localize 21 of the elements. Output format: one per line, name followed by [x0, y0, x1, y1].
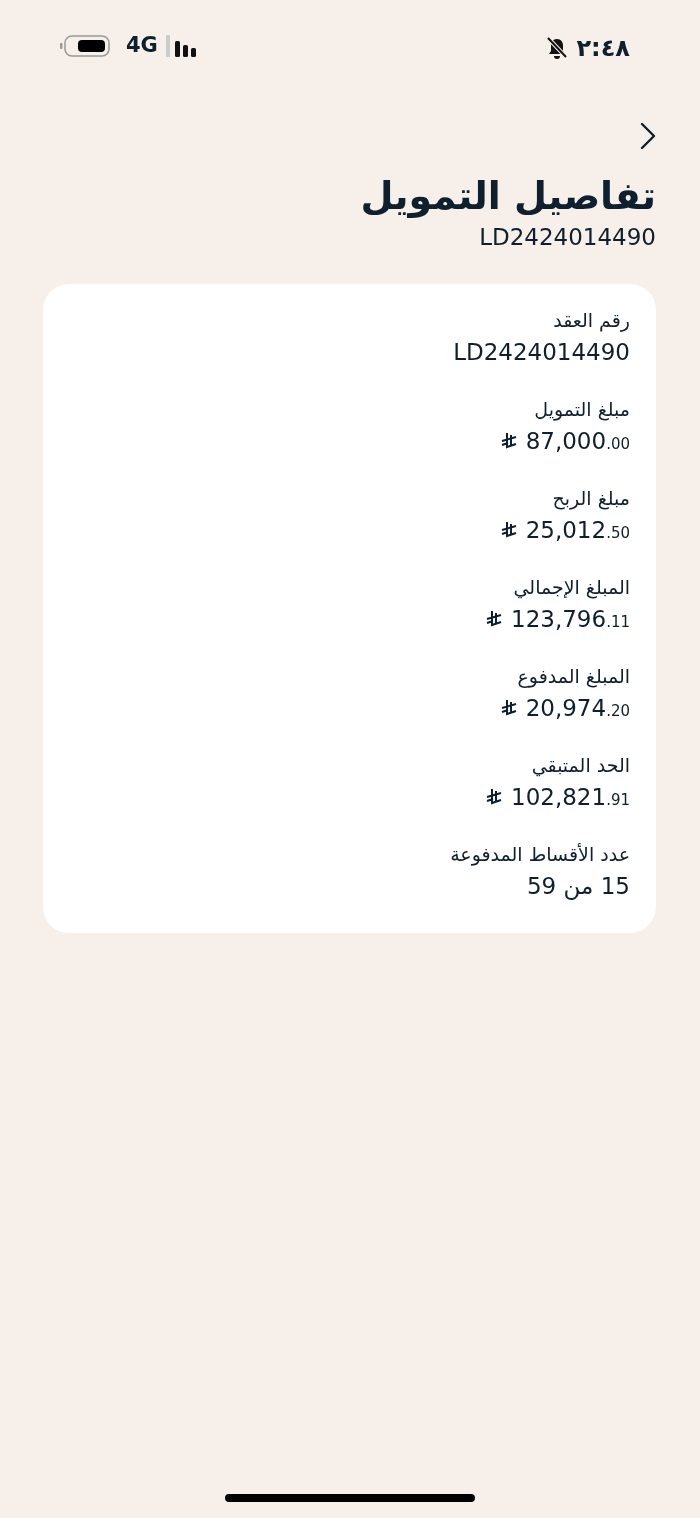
field-label: الحد المتبقي	[530, 753, 630, 779]
riyal-icon	[500, 521, 517, 538]
signal-icon	[165, 34, 196, 57]
field-value: LD2424014490	[453, 337, 630, 367]
contract-number: LD2424014490	[478, 222, 656, 252]
riyal-icon	[486, 788, 502, 805]
field-value: 15 من 59	[527, 871, 630, 902]
riyal-icon	[486, 610, 502, 627]
field-label: المبلغ الإجمالي	[512, 575, 630, 601]
riyal-icon	[500, 699, 517, 716]
clock: ٢:٤٨	[576, 33, 630, 64]
field-label: عدد الأقساط المدفوعة	[449, 842, 630, 868]
back-chevron-icon[interactable]	[640, 122, 656, 150]
field-label: المبلغ المدفوع	[516, 664, 630, 690]
field-label: رقم العقد	[552, 308, 630, 334]
field-label: مبلغ التمويل	[533, 397, 630, 423]
network-label: 4G	[126, 32, 158, 59]
field-label: مبلغ الربح	[551, 486, 630, 512]
page-title: تفاصيل التمويل	[359, 174, 656, 220]
riyal-icon	[500, 432, 517, 449]
battery-icon	[60, 34, 110, 57]
